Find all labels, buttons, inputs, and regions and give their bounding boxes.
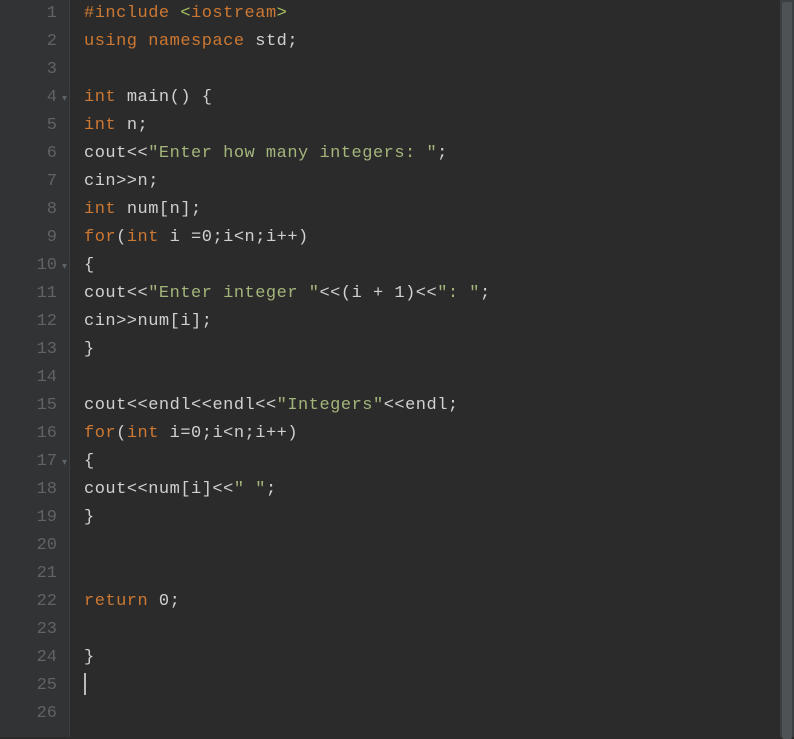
line-number: 16	[0, 420, 57, 448]
code-line[interactable]	[84, 560, 794, 588]
fold-icon[interactable]: ▾	[62, 86, 67, 114]
line-number: 10▾	[0, 252, 57, 280]
code-line[interactable]: cout<<"Enter integer "<<(i + 1)<<": ";	[84, 280, 794, 308]
code-line[interactable]: }	[84, 504, 794, 532]
code-line[interactable]: return 0;	[84, 588, 794, 616]
scrollbar[interactable]	[780, 0, 794, 737]
line-number-gutter: 1 2 3 4▾ 5 6 7 8 9 10▾ 11 12 13 14 15 16…	[0, 0, 70, 737]
line-number: 7	[0, 168, 57, 196]
code-line[interactable]: for(int i =0;i<n;i++)	[84, 224, 794, 252]
line-number: 12	[0, 308, 57, 336]
code-line[interactable]	[84, 532, 794, 560]
line-number: 13	[0, 336, 57, 364]
line-number: 22	[0, 588, 57, 616]
code-editor[interactable]: #include <iostream> using namespace std;…	[70, 0, 794, 737]
code-line[interactable]: int num[n];	[84, 196, 794, 224]
line-number: 26	[0, 700, 57, 728]
line-number: 14	[0, 364, 57, 392]
line-number: 18	[0, 476, 57, 504]
code-line[interactable]: }	[84, 644, 794, 672]
line-number: 23	[0, 616, 57, 644]
code-line[interactable]: }	[84, 336, 794, 364]
code-line[interactable]: cin>>n;	[84, 168, 794, 196]
code-line[interactable]: for(int i=0;i<n;i++)	[84, 420, 794, 448]
code-line[interactable]	[84, 364, 794, 392]
code-line[interactable]: cin>>num[i];	[84, 308, 794, 336]
text-cursor	[84, 673, 86, 695]
line-number: 8	[0, 196, 57, 224]
fold-icon[interactable]: ▾	[62, 450, 67, 478]
line-number: 9	[0, 224, 57, 252]
code-line[interactable]: {	[84, 252, 794, 280]
code-line[interactable]: cout<<endl<<endl<<"Integers"<<endl;	[84, 392, 794, 420]
code-line[interactable]	[84, 616, 794, 644]
line-number: 20	[0, 532, 57, 560]
code-line[interactable]: {	[84, 448, 794, 476]
code-line[interactable]: cout<<"Enter how many integers: ";	[84, 140, 794, 168]
line-number: 17▾	[0, 448, 57, 476]
code-line[interactable]: cout<<num[i]<<" ";	[84, 476, 794, 504]
line-number: 5	[0, 112, 57, 140]
code-line[interactable]: int n;	[84, 112, 794, 140]
line-number: 6	[0, 140, 57, 168]
fold-icon[interactable]: ▾	[62, 254, 67, 282]
code-line[interactable]: using namespace std;	[84, 28, 794, 56]
line-number: 11	[0, 280, 57, 308]
code-line[interactable]: int main() {	[84, 84, 794, 112]
code-line[interactable]	[84, 700, 794, 728]
line-number: 1	[0, 0, 57, 28]
code-line[interactable]	[84, 56, 794, 84]
line-number: 3	[0, 56, 57, 84]
line-number: 19	[0, 504, 57, 532]
line-number: 2	[0, 28, 57, 56]
line-number: 15	[0, 392, 57, 420]
code-line[interactable]	[84, 672, 794, 700]
line-number: 24	[0, 644, 57, 672]
line-number: 21	[0, 560, 57, 588]
line-number: 25	[0, 672, 57, 700]
code-line[interactable]: #include <iostream>	[84, 0, 794, 28]
scrollbar-thumb[interactable]	[782, 2, 792, 739]
line-number: 4▾	[0, 84, 57, 112]
